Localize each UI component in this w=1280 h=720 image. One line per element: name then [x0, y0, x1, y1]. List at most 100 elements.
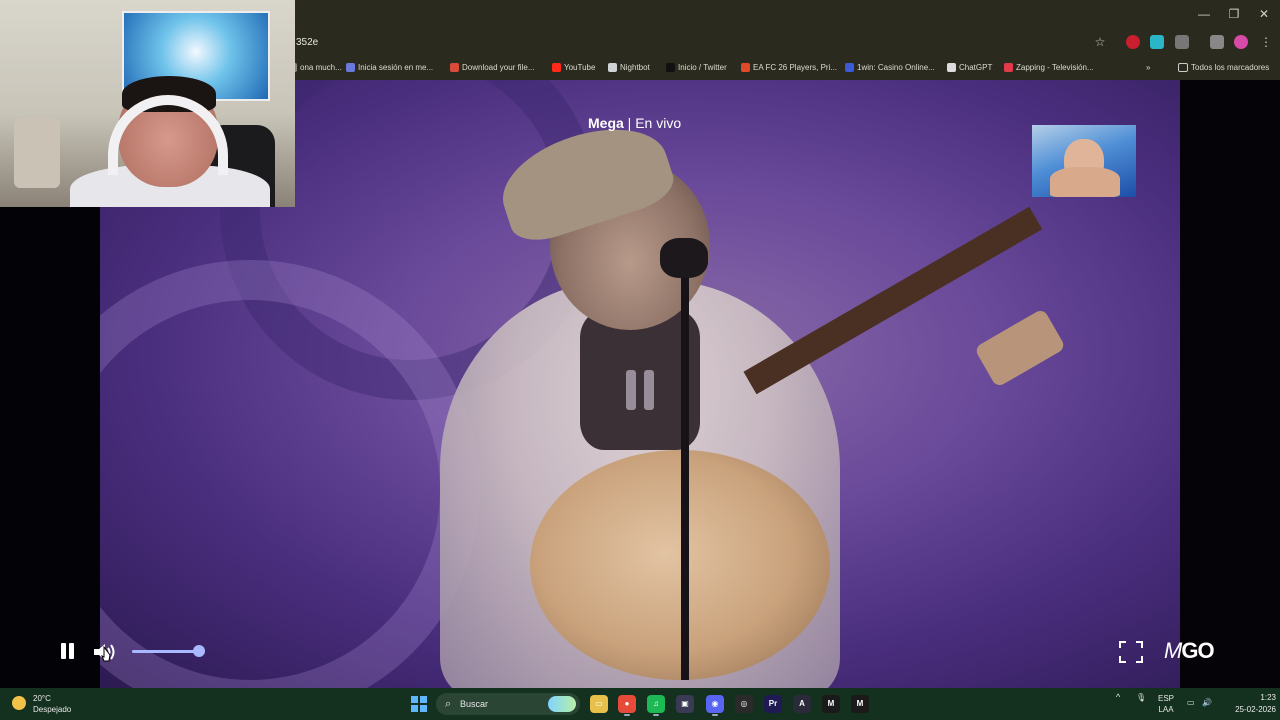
webcam-overlay: [0, 0, 295, 207]
taskbar-search[interactable]: ⌕ Buscar: [436, 693, 580, 715]
language-indicator[interactable]: ESP LAA: [1158, 693, 1174, 715]
bookmark-favicon-icon: [947, 63, 956, 73]
microphone: [660, 238, 708, 278]
bookmark-label: ChatGPT: [959, 63, 993, 72]
taskbar-app-spotify[interactable]: ♫: [647, 695, 665, 713]
weather-temperature: 20°C: [33, 694, 51, 703]
taskbar-app-discord[interactable]: ◉: [706, 695, 724, 713]
extensions-puzzle-icon[interactable]: [1175, 35, 1189, 49]
speaker-icon[interactable]: 🔊: [1202, 697, 1212, 708]
bookmark-label: ona much...: [300, 63, 342, 72]
folder-icon: [1178, 63, 1188, 73]
network-icon[interactable]: ▭: [1187, 697, 1195, 708]
system-clock[interactable]: 1:23 25-02-2026: [1220, 692, 1276, 716]
channel-name: Mega: [588, 115, 624, 131]
bookmark-favicon-icon: [552, 63, 561, 73]
bookmark-label: EA FC 26 Players, Pri...: [753, 63, 838, 72]
taskbar-app-app-m2[interactable]: M: [851, 695, 869, 713]
guitar-headstock: [973, 308, 1067, 388]
bookmark-item[interactable]: Inicia sesión en me...: [346, 61, 433, 75]
close-button[interactable]: ✕: [1254, 4, 1274, 24]
browser-menu-icon[interactable]: ⋮: [1256, 32, 1276, 52]
url-text[interactable]: 352e: [296, 36, 318, 50]
bookmark-label: Nightbot: [620, 63, 650, 72]
pip-hands: [1050, 167, 1120, 197]
picture-in-picture-thumbnail: [1032, 125, 1136, 197]
bookmark-label: Inicio / Twitter: [678, 63, 727, 72]
taskbar-app-app-m1[interactable]: M: [822, 695, 840, 713]
search-highlight-icon: [548, 696, 576, 712]
taskbar: [0, 688, 1280, 720]
logo-text: GO: [1181, 638, 1214, 663]
shelf-figure: [14, 118, 60, 188]
taskbar-app-app-dark[interactable]: ▣: [676, 695, 694, 713]
search-icon: ⌕: [445, 698, 452, 710]
taskbar-app-chrome[interactable]: ●: [618, 695, 636, 713]
bookmark-favicon-icon: [845, 63, 854, 73]
bookmark-favicon-icon: [608, 63, 617, 73]
bookmark-label: 1win: Casino Online...: [857, 63, 935, 72]
taskbar-app-file-explorer[interactable]: ▭: [590, 695, 608, 713]
bookmark-favicon-icon: [1004, 63, 1013, 73]
video-letterbox-right: [1180, 80, 1280, 688]
logo-prefix: M: [1164, 638, 1182, 663]
bookmark-label: YouTube: [564, 63, 596, 72]
bookmark-item[interactable]: 1win: Casino Online...: [845, 61, 935, 75]
moon-icon: [12, 696, 26, 710]
center-pause-icon[interactable]: [626, 370, 656, 410]
bookmark-label: Download your file...: [462, 63, 535, 72]
weather-description: Despejado: [33, 705, 72, 714]
volume-slider-handle[interactable]: [192, 645, 205, 657]
extension-red-icon[interactable]: [1126, 35, 1140, 49]
taskbar-running-indicator: [653, 714, 659, 716]
bookmark-item[interactable]: Download your file...: [450, 61, 534, 75]
media-controls-icon[interactable]: [1210, 35, 1224, 49]
volume-slider-fill: [132, 650, 199, 653]
bookmark-star-icon[interactable]: ☆: [1090, 32, 1110, 52]
guitar-body: [530, 450, 830, 680]
language-code: ESP: [1158, 694, 1175, 703]
profile-avatar[interactable]: [1234, 35, 1248, 49]
mouse-cursor-icon: [101, 646, 111, 662]
bookmark-label: Zapping - Televisión...: [1016, 63, 1094, 72]
clock-date: 25-02-2026: [1235, 705, 1276, 714]
mic-stand: [681, 260, 689, 680]
taskbar-running-indicator: [624, 714, 630, 716]
bookmark-favicon-icon: [450, 63, 459, 73]
megago-logo: MGO: [1164, 638, 1215, 664]
minimize-button[interactable]: —: [1194, 4, 1214, 24]
bookmark-label: Inicia sesión en me...: [358, 63, 434, 72]
all-bookmarks-folder[interactable]: Todos los marcadores: [1178, 61, 1269, 75]
all-bookmarks-label: Todos los marcadores: [1191, 63, 1270, 72]
extension-translate-icon[interactable]: [1150, 35, 1164, 49]
bookmark-item[interactable]: EA FC 26 Players, Pri...: [741, 61, 837, 75]
restore-button[interactable]: ❐: [1224, 4, 1244, 24]
bookmark-item[interactable]: Zapping - Televisión...: [1004, 61, 1094, 75]
bookmark-item[interactable]: ChatGPT: [947, 61, 992, 75]
channel-title: Mega | En vivo: [588, 114, 681, 132]
clock-time: 1:23: [1260, 693, 1276, 702]
bookmark-item[interactable]: Inicio / Twitter: [666, 61, 727, 75]
keyboard-layout: LAA: [1158, 705, 1174, 714]
bookmark-favicon-icon: [741, 63, 750, 73]
channel-status: En vivo: [635, 115, 682, 131]
volume-slider[interactable]: [132, 650, 200, 653]
taskbar-running-indicator: [712, 714, 718, 716]
bookmark-favicon-icon: [346, 63, 355, 73]
fullscreen-icon: [1119, 641, 1143, 663]
microphone-icon[interactable]: 🎙: [1136, 692, 1146, 703]
start-button[interactable]: [411, 696, 427, 712]
taskbar-app-obs[interactable]: ◎: [735, 695, 753, 713]
channel-separator: |: [623, 115, 636, 131]
pause-button[interactable]: [58, 641, 76, 661]
bookmark-favicon-icon: [666, 63, 675, 73]
bookmark-item[interactable]: YouTube: [552, 61, 595, 75]
bookmarks-overflow-icon[interactable]: »: [1146, 61, 1150, 75]
search-label: Buscar: [460, 699, 489, 709]
taskbar-app-premiere[interactable]: Pr: [764, 695, 782, 713]
bookmark-item[interactable]: Nightbot: [608, 61, 650, 75]
taskbar-app-app-a[interactable]: A: [793, 695, 811, 713]
tray-overflow-icon[interactable]: ^: [1116, 692, 1120, 703]
fullscreen-button[interactable]: [1119, 641, 1143, 663]
bookmark-item[interactable]: ona much...: [288, 61, 342, 75]
